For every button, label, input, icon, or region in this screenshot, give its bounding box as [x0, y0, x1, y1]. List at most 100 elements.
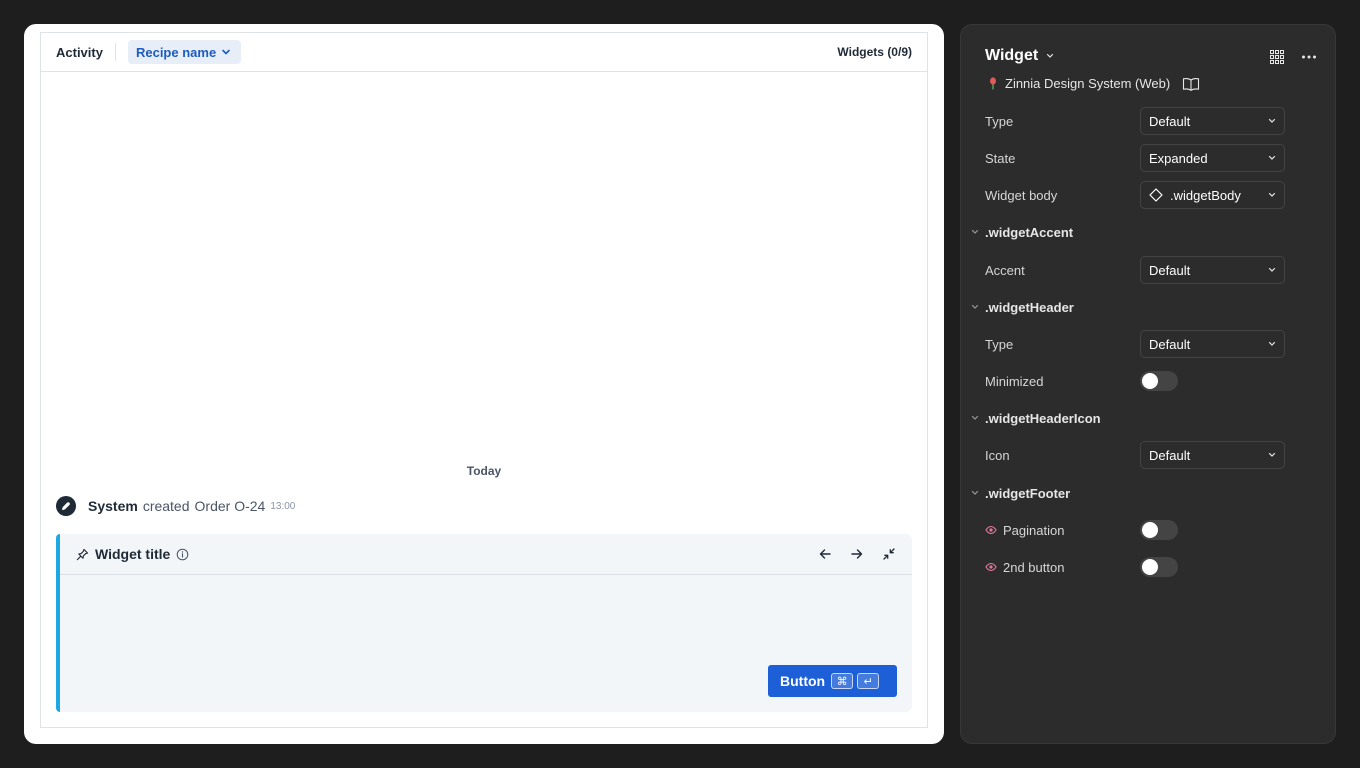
- app-stage: Activity Recipe name Widgets (0/9) Today…: [0, 0, 1360, 768]
- icon-select[interactable]: Default: [1140, 441, 1285, 469]
- component-title[interactable]: Widget: [985, 47, 1054, 65]
- prop-label-text: Pagination: [1003, 522, 1065, 538]
- library-name: Zinnia Design System (Web): [1005, 76, 1171, 91]
- chevron-down-icon: [1268, 118, 1276, 123]
- prop-label: State: [985, 150, 1016, 166]
- prop-label: Type: [985, 336, 1014, 352]
- section-widget-header-icon[interactable]: .widgetHeaderIcon: [971, 404, 1101, 432]
- prop-label-second-button: 2nd button: [985, 560, 1140, 575]
- select-value: .widgetBody: [1170, 187, 1241, 203]
- chevron-down-icon: [971, 415, 979, 420]
- prop-pagination: Pagination: [985, 516, 1285, 544]
- rocket-icon: [61, 501, 70, 510]
- section-name: .widgetHeaderIcon: [985, 410, 1101, 426]
- widget-header: Widget title: [60, 534, 912, 575]
- prop-accent: Accent Default: [985, 256, 1285, 284]
- chevron-down-icon: [971, 304, 979, 309]
- widget-title: Widget title: [95, 546, 171, 562]
- activity-time: 13:00: [270, 500, 296, 512]
- select-value: Default: [1149, 262, 1191, 278]
- select-value: Default: [1149, 113, 1191, 129]
- section-widget-footer[interactable]: .widgetFooter: [971, 479, 1070, 507]
- inspector-panel: Widget Zinnia Design System (Web) Type D…: [960, 24, 1336, 744]
- canvas-preview: Activity Recipe name Widgets (0/9) Today…: [24, 24, 944, 744]
- chevron-down-icon: [971, 229, 979, 234]
- more-icon[interactable]: [1301, 49, 1317, 65]
- minimized-toggle[interactable]: [1140, 371, 1178, 391]
- section-name: .widgetAccent: [985, 224, 1074, 240]
- flower-icon: [990, 76, 996, 89]
- chevron-down-icon: [971, 490, 979, 495]
- grid-dots-icon[interactable]: [1269, 49, 1285, 65]
- prop-label: Minimized: [985, 373, 1044, 389]
- widget-button-label: Button: [780, 673, 826, 689]
- pagination-toggle[interactable]: [1140, 520, 1178, 540]
- prop-label-pagination: Pagination: [985, 523, 1140, 538]
- prop-label: Widget body: [985, 187, 1058, 203]
- prop-label: Type: [985, 113, 1014, 129]
- type-select[interactable]: Default: [1140, 107, 1285, 135]
- minimize-icon: [883, 548, 895, 560]
- accent-select[interactable]: Default: [1140, 256, 1285, 284]
- library-source[interactable]: Zinnia Design System (Web): [987, 76, 1200, 91]
- prop-minimized: Minimized: [985, 367, 1285, 395]
- chevron-down-icon: [1268, 192, 1276, 197]
- second-button-toggle[interactable]: [1140, 557, 1178, 577]
- state-select[interactable]: Expanded: [1140, 144, 1285, 172]
- prop-type: Type Default: [985, 107, 1285, 135]
- info-icon[interactable]: [176, 548, 189, 561]
- eye-icon[interactable]: [985, 524, 997, 536]
- next-button[interactable]: [848, 545, 866, 563]
- chevron-down-icon: [1268, 155, 1276, 160]
- header-type-select[interactable]: Default: [1140, 330, 1285, 358]
- arrow-left-icon: [819, 549, 831, 559]
- date-divider: Today: [466, 464, 502, 478]
- select-value: Default: [1149, 447, 1191, 463]
- activity-header: Activity Recipe name Widgets (0/9): [41, 33, 927, 72]
- prop-label-text: 2nd button: [1003, 559, 1065, 575]
- prop-state: State Expanded: [985, 144, 1285, 172]
- widget-primary-button[interactable]: Button ⌘ ↵: [768, 665, 897, 697]
- instance-diamond-icon: [1149, 188, 1163, 202]
- system-avatar: [56, 496, 76, 516]
- activity-frame: Activity Recipe name Widgets (0/9) Today…: [40, 32, 928, 728]
- widget-body-select[interactable]: .widgetBody: [1140, 181, 1285, 209]
- chevron-down-icon: [1268, 341, 1276, 346]
- select-value: Default: [1149, 336, 1191, 352]
- chevron-down-icon: [1268, 452, 1276, 457]
- prop-icon: Icon Default: [985, 441, 1285, 469]
- prop-label: Accent: [985, 262, 1025, 278]
- prop-label: Icon: [985, 447, 1010, 463]
- widget-card: Widget title Button ⌘ ↵: [56, 534, 912, 712]
- recipe-label: Recipe name: [135, 44, 217, 60]
- recipe-dropdown[interactable]: Recipe name: [127, 40, 242, 64]
- previous-button[interactable]: [816, 545, 834, 563]
- panel-toolbar: [1269, 49, 1317, 65]
- prop-second-button: 2nd button: [985, 553, 1285, 581]
- enter-key-icon: ↵: [857, 673, 880, 689]
- activity-verb: created: [142, 498, 190, 514]
- tab-activity[interactable]: Activity: [56, 45, 103, 60]
- chevron-down-icon: [1047, 53, 1054, 58]
- arrow-right-icon: [851, 549, 863, 559]
- chevron-down-icon: [1268, 267, 1276, 272]
- section-name: .widgetHeader: [985, 299, 1074, 315]
- divider: [114, 43, 116, 61]
- pin-icon: [76, 548, 89, 560]
- activity-actor[interactable]: System: [88, 498, 138, 514]
- widgets-count[interactable]: Widgets (0/9): [837, 45, 912, 59]
- section-widget-header[interactable]: .widgetHeader: [971, 293, 1074, 321]
- collapse-button[interactable]: [880, 545, 898, 563]
- prop-widget-body: Widget body .widgetBody: [985, 181, 1285, 209]
- component-name: Widget: [985, 47, 1039, 64]
- section-widget-accent[interactable]: .widgetAccent: [971, 218, 1073, 246]
- activity-object[interactable]: Order O-24: [195, 498, 266, 514]
- command-key-icon: ⌘: [831, 673, 854, 689]
- chevron-down-icon: [222, 49, 230, 55]
- eye-icon[interactable]: [985, 561, 997, 573]
- section-name: .widgetFooter: [985, 485, 1071, 501]
- prop-header-type: Type Default: [985, 330, 1285, 358]
- activity-entry: System created Order O-24 13:00: [56, 496, 295, 516]
- select-value: Expanded: [1149, 150, 1208, 166]
- widget-header-actions: [816, 545, 898, 563]
